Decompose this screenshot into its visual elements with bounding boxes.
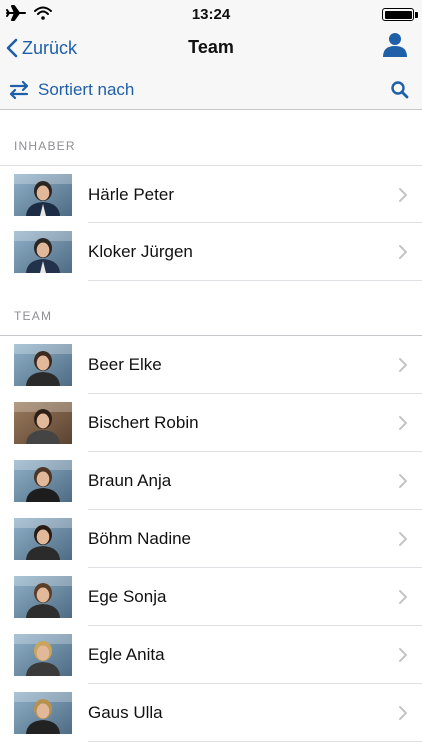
section-header-label: TEAM — [14, 309, 53, 323]
team-member-row[interactable]: Gaus Ulla — [0, 684, 422, 742]
member-name: Ege Sonja — [88, 587, 167, 606]
member-name: Gaus Ulla — [88, 703, 163, 722]
status-bar: 13:24 — [0, 0, 422, 28]
battery-icon — [382, 8, 414, 21]
member-name: Beer Elke — [88, 355, 162, 374]
member-name: Bischert Robin — [88, 413, 199, 432]
member-photo — [14, 692, 72, 734]
swap-arrows-icon — [9, 81, 29, 99]
team-member-row[interactable]: Egle Anita — [0, 626, 422, 684]
member-name: Härle Peter — [88, 185, 174, 204]
page-title: Team — [188, 37, 234, 57]
chevron-right-icon — [398, 244, 408, 260]
member-photo — [14, 402, 72, 444]
sort-toolbar: Sortiert nach — [0, 70, 422, 110]
team-member-row[interactable]: Bischert Robin — [0, 394, 422, 452]
row-separator — [88, 741, 422, 742]
sort-button[interactable]: Sortiert nach — [8, 76, 134, 104]
chevron-right-icon — [398, 187, 408, 203]
chevron-right-icon — [398, 415, 408, 431]
chevron-right-icon — [398, 589, 408, 605]
member-name: Braun Anja — [88, 471, 172, 490]
member-photo — [14, 231, 72, 273]
search-button[interactable] — [386, 76, 414, 104]
status-time: 13:24 — [191, 6, 231, 23]
chevron-right-icon — [398, 531, 408, 547]
navigation-bar: Zurück Team — [0, 28, 422, 70]
member-photo — [14, 174, 72, 216]
member-photo — [14, 634, 72, 676]
profile-button[interactable] — [380, 30, 410, 60]
member-photo — [14, 518, 72, 560]
member-photo — [14, 344, 72, 386]
member-name: Egle Anita — [88, 645, 165, 664]
member-photo — [14, 460, 72, 502]
chevron-right-icon — [398, 647, 408, 663]
person-icon — [383, 33, 407, 57]
search-icon — [391, 81, 409, 99]
team-member-row[interactable]: Ege Sonja — [0, 568, 422, 626]
team-member-row[interactable]: Kloker Jürgen — [0, 223, 422, 281]
team-member-row[interactable]: Beer Elke — [0, 336, 422, 394]
member-name: Böhm Nadine — [88, 529, 192, 548]
chevron-right-icon — [398, 705, 408, 721]
chevron-right-icon — [398, 473, 408, 489]
section-header: INHABER — [0, 110, 422, 165]
team-list: INHABER Härle Peter Kloker Jürgen TEAM Be… — [0, 110, 422, 742]
team-member-row[interactable]: Braun Anja — [0, 452, 422, 510]
sort-button-label: Sortiert nach — [38, 80, 135, 99]
chevron-right-icon — [398, 357, 408, 373]
section-header: TEAM — [0, 281, 422, 336]
member-photo — [14, 576, 72, 618]
team-member-row[interactable]: Härle Peter — [0, 165, 422, 223]
team-member-row[interactable]: Böhm Nadine — [0, 510, 422, 568]
member-name: Kloker Jürgen — [88, 242, 193, 261]
section-header-label: INHABER — [14, 139, 76, 153]
